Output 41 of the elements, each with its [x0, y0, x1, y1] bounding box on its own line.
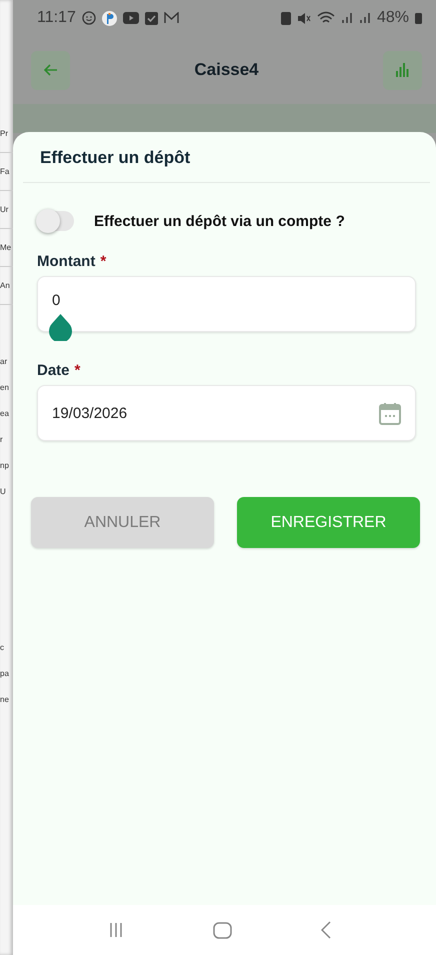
field-value: 19/03/2026: [52, 404, 128, 422]
battery-level: 48%: [376, 9, 409, 27]
dialog-title: Effectuer un dépôt: [23, 132, 430, 183]
signal-icon: [358, 12, 371, 24]
home-icon[interactable]: [212, 922, 232, 938]
partial-text: ar: [0, 356, 8, 368]
partial-text: np: [0, 460, 10, 472]
mail-icon: [164, 12, 179, 24]
field-label: Date: [37, 362, 70, 379]
partial-text: ne: [0, 694, 10, 706]
smiley-icon: [82, 11, 96, 25]
partial-text: ea: [0, 408, 10, 420]
bar-chart-icon: [396, 63, 410, 77]
partial-text: pa: [0, 668, 10, 680]
toggle-label: Effectuer un dépôt via un compte ?: [94, 212, 345, 230]
amount-field[interactable]: 0: [37, 276, 416, 332]
partial-text: en: [0, 382, 10, 394]
mute-icon: [296, 12, 311, 24]
field-label: Montant: [37, 253, 96, 270]
partial-text: r: [0, 434, 4, 446]
page-title: Caisse4: [194, 60, 259, 80]
app-icon: [102, 10, 117, 26]
status-time: 11:17: [37, 9, 76, 27]
battery-saver-icon: [280, 12, 291, 24]
cursor-handle-icon[interactable]: [49, 314, 72, 341]
calendar-icon: [379, 402, 401, 424]
date-field[interactable]: 19/03/2026: [37, 385, 416, 441]
partial-text: U: [0, 486, 7, 498]
play-icon: [122, 12, 139, 24]
battery-icon: [415, 12, 422, 24]
required-mark: *: [100, 253, 106, 270]
recent-apps-icon[interactable]: [108, 922, 124, 938]
field-value: 0: [52, 292, 62, 308]
required-mark: *: [74, 362, 80, 379]
wifi-icon: [316, 11, 335, 25]
checkbox-icon: [144, 12, 158, 24]
partial-text: c: [0, 642, 5, 654]
back-icon[interactable]: [321, 921, 332, 939]
arrow-left-icon: [44, 64, 58, 76]
account-toggle[interactable]: [37, 211, 74, 231]
signal-icon: [340, 12, 353, 24]
